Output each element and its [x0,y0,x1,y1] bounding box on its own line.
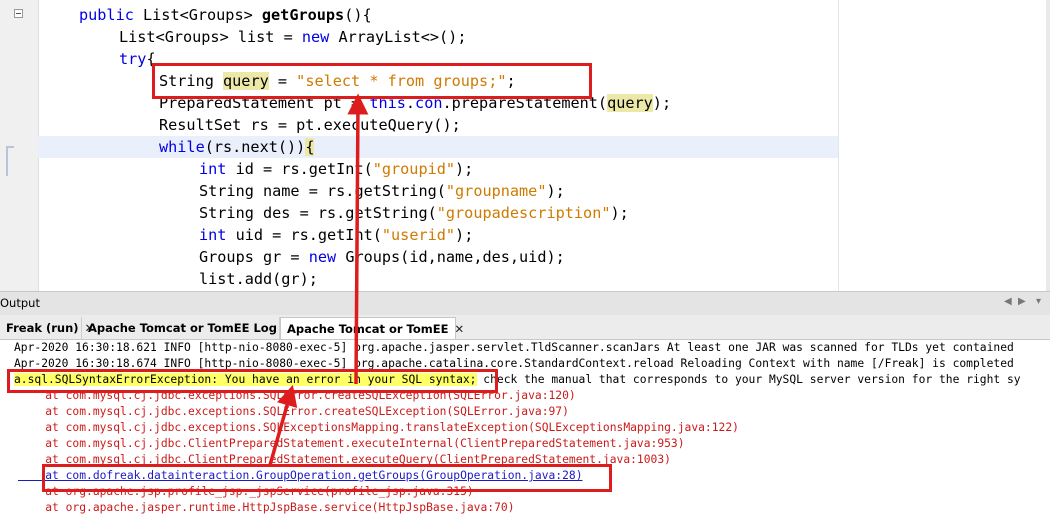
code-token: "userid" [381,226,456,244]
stack-trace-line: at com.mysql.cj.jdbc.exceptions.SQLError… [18,389,576,402]
code-line: String name = rs.getString("groupname"); [199,180,565,202]
code-token: "groupid" [372,160,456,178]
stack-trace-line: at org.apache.jasper.runtime.HttpJspBase… [18,501,515,514]
stack-trace-line: at org.apache.jsp.profile_jsp._jspServic… [18,485,474,498]
code-token: query [607,94,653,112]
code-token: List<Groups> list = [119,28,302,46]
console-output[interactable]: Apr-2020 16:30:18.621 INFO [http-nio-808… [0,340,1050,516]
code-token: ); [455,160,474,178]
exception-rest: check the manual that corresponds to you… [476,373,1021,386]
code-line: String des = rs.getString("groupadescrip… [199,202,629,224]
code-line: List<Groups> list = new ArrayList<>(); [119,26,466,48]
editor-scrollbar[interactable] [1046,0,1050,291]
stack-trace-line: at com.mysql.cj.jdbc.exceptions.SQLError… [18,405,569,418]
output-panel-header: Output ◀ ▶ ▾ [0,291,1050,317]
code-token: id = rs.getInt( [235,160,373,178]
code-editor[interactable]: public List<Groups> getGroups(){List<Gro… [0,0,1050,291]
code-token: ); [546,182,565,200]
code-token: ResultSet rs = pt.executeQuery(); [159,116,461,134]
code-token: Groups gr = [199,248,309,266]
code-token: ); [652,94,672,112]
code-token: PreparedStatement pt = [159,94,370,112]
code-token: int [199,226,236,244]
code-token: . [405,94,416,112]
code-line: PreparedStatement pt = this.con.prepareS… [159,92,671,114]
stack-trace-line: at com.mysql.cj.jdbc.exceptions.SQLExcep… [18,421,739,434]
code-line: int id = rs.getInt("groupid"); [199,158,473,180]
tab-label: Freak (run) [6,321,79,335]
exception-highlight: a.sql.SQLSyntaxErrorException: You have … [14,373,477,386]
code-token: "select * from groups;" [296,72,507,90]
code-token: getGroups [261,6,345,24]
code-token: ArrayList<>(); [338,28,467,46]
code-token: Groups(id,name,des,uid); [345,248,565,266]
code-line: Groups gr = new Groups(id,name,des,uid); [199,246,565,268]
code-token: ); [610,204,629,222]
scroll-left-icon[interactable]: ◀ [1004,296,1012,307]
code-token: = [268,72,297,90]
code-line: while(rs.next()){ [159,136,315,158]
code-token: while [159,138,205,156]
fold-toggle-icon[interactable] [14,9,23,18]
code-token: query [223,72,269,90]
tab-freak-run[interactable]: Freak (run) ✕ [0,317,94,339]
current-line-highlight [38,136,838,158]
code-token: String des = rs.getString( [199,204,437,222]
code-token: uid = rs.getInt( [235,226,382,244]
code-token: (rs.next()) [204,138,306,156]
scroll-right-icon[interactable]: ▶ [1018,296,1026,307]
code-line: list.add(gr); [199,268,318,290]
code-token: List<Groups> [143,6,262,24]
code-token: "groupadescription" [436,204,611,222]
code-token: { [305,138,315,156]
stack-trace-link[interactable]: at com.dofreak.datainteraction.GroupOper… [18,468,582,484]
code-token: new [301,28,339,46]
code-token: { [146,50,156,68]
code-token: try [119,50,147,68]
scope-bracket-icon [6,146,14,176]
code-token: new [308,248,346,266]
stack-trace-line: at com.mysql.cj.jdbc.ClientPreparedState… [18,437,685,450]
output-title: Output [0,296,40,310]
code-line: String query = "select * from groups;"; [159,70,516,92]
code-token: int [199,160,236,178]
stack-trace-line: at com.mysql.cj.jdbc.ClientPreparedState… [18,453,671,466]
window-menu-icon[interactable]: ▾ [1036,296,1041,307]
code-token: this [369,94,406,112]
close-icon[interactable]: ✕ [454,322,464,336]
tab-tomcat-log[interactable]: Apache Tomcat or TomEE Log✕ [82,317,293,339]
console-line: Apr-2020 16:30:18.674 INFO [http-nio-808… [14,357,1014,370]
code-line: public List<Groups> getGroups(){ [79,4,372,26]
console-line: Apr-2020 16:30:18.621 INFO [http-nio-808… [14,341,1014,354]
code-token: (){ [344,6,372,24]
code-line: try{ [119,48,156,70]
code-token: ; [506,72,516,90]
code-token: String [159,72,224,90]
code-line: int uid = rs.getInt("userid"); [199,224,473,246]
console-line: a.sql.SQLSyntaxErrorException: You have … [14,372,1021,388]
right-margin-guide [838,0,839,291]
tab-tomcat[interactable]: Apache Tomcat or TomEE ✕ [280,317,464,339]
code-token: ); [455,226,474,244]
tab-label: Apache Tomcat or TomEE [287,322,449,336]
code-token: con [415,94,443,112]
code-token: public [79,6,144,24]
tab-label: Apache Tomcat or TomEE Log [88,321,277,335]
output-tab-bar: Freak (run)✕ Apache Tomcat or TomEE Log✕… [0,315,1050,340]
code-token: list.add(gr); [199,270,318,288]
code-token: "groupname" [445,182,547,200]
code-line: ResultSet rs = pt.executeQuery(); [159,114,461,136]
code-token: String name = rs.getString( [199,182,446,200]
code-token: .prepareStatement( [442,94,608,112]
